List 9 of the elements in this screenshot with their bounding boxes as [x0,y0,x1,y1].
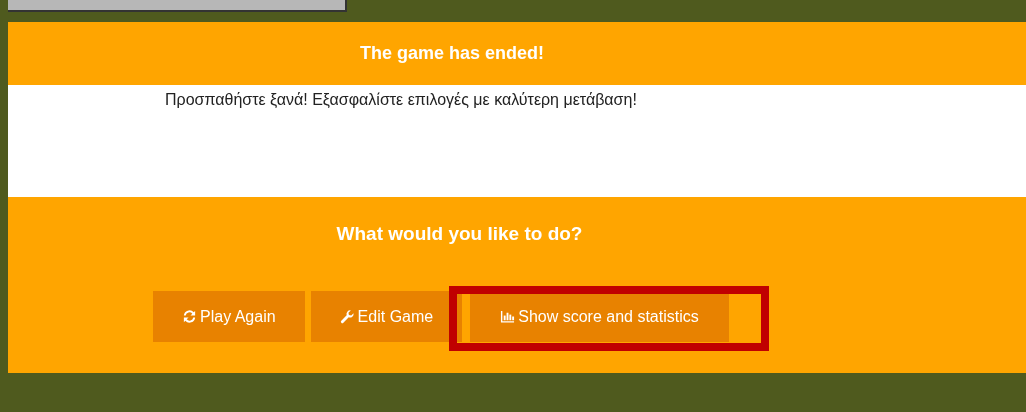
header-title: The game has ended! [359,43,544,64]
bar-chart-icon [500,309,516,324]
action-button[interactable]: Show score and statistics [470,291,729,342]
prompt-text: What would you like to do? [335,223,584,245]
action-button[interactable]: Play Again [153,291,305,342]
action-button[interactable]: Edit Game [310,291,463,342]
wrench-icon [339,309,355,324]
result-message: Προσπαθήστε ξανά! Εξασφαλίστε επιλογές με καλύτερη μετάβαση! [165,90,638,109]
refresh-icon [182,309,197,324]
